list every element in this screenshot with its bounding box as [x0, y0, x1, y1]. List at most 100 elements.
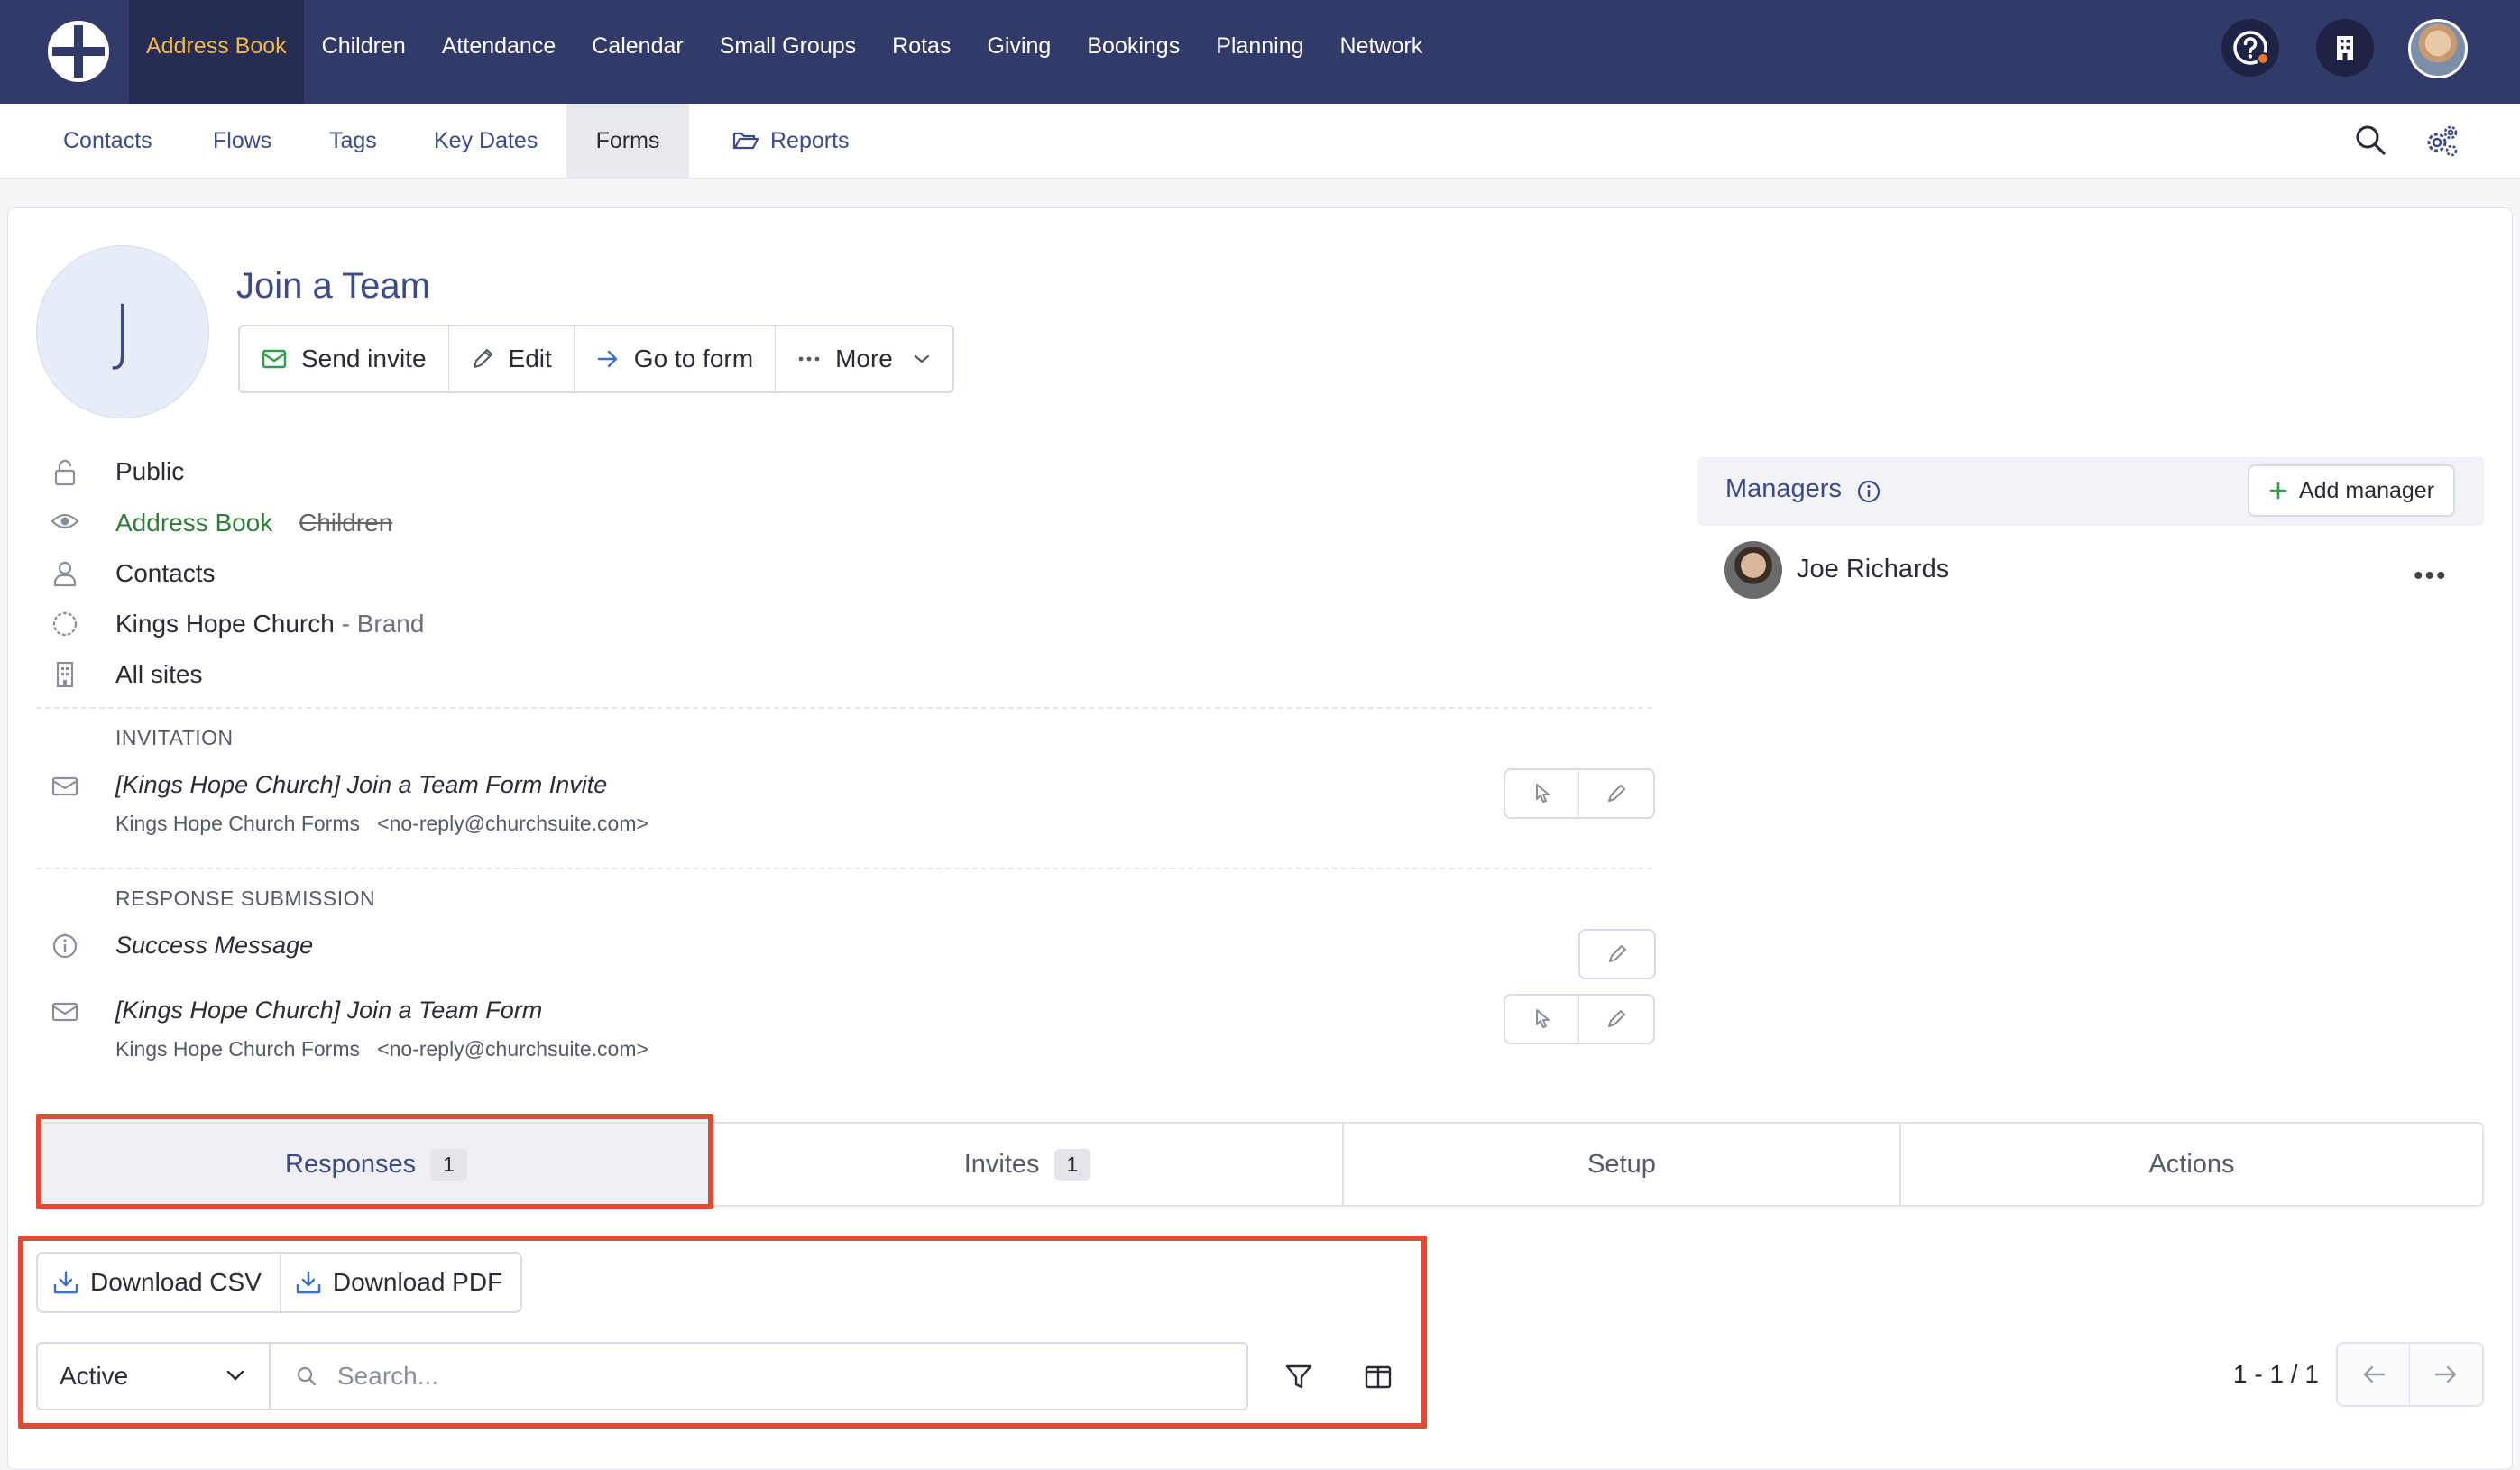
search-box [269, 1342, 1248, 1410]
settings-gears-icon[interactable] [2423, 123, 2460, 159]
nav-calendar[interactable]: Calendar [574, 0, 701, 104]
download-pdf-label: Download PDF [332, 1268, 503, 1296]
go-to-form-label: Go to form [633, 345, 754, 372]
brand-suffix: - Brand [341, 610, 425, 638]
subnav-contacts[interactable]: Contacts [47, 104, 169, 178]
user-avatar[interactable] [2408, 19, 2468, 78]
tab-responses-count: 1 [430, 1148, 467, 1181]
invitation-label: INVITATION [115, 726, 234, 749]
success-message-edit-button[interactable] [1580, 931, 1654, 978]
edit-button[interactable]: Edit [449, 326, 575, 391]
manager-options-icon[interactable]: ••• [2414, 561, 2448, 592]
envelope-icon [51, 1002, 78, 1022]
nav-attendance[interactable]: Attendance [424, 0, 575, 104]
plus-icon [2269, 482, 2287, 500]
search-icon [297, 1366, 317, 1386]
tab-invites[interactable]: Invites 1 [713, 1124, 1344, 1205]
nav-children[interactable]: Children [304, 0, 424, 104]
envelope-icon [51, 776, 78, 796]
submission-sender: Kings Hope Church Forms <no-reply@church… [115, 1037, 648, 1061]
tab-actions[interactable]: Actions [1901, 1124, 2482, 1205]
brand-circle-icon [52, 611, 78, 637]
arrow-right-icon [597, 350, 617, 368]
nav-address-book[interactable]: Address Book [129, 0, 304, 104]
nav-bookings[interactable]: Bookings [1069, 0, 1198, 104]
pencil-icon [473, 348, 492, 369]
form-tabs: Responses 1 Invites 1 Setup Actions [40, 1122, 2484, 1207]
pagination-text: 1 - 1 / 1 [2233, 1360, 2319, 1388]
visibility-text: Public [115, 457, 185, 485]
manager-avatar [1724, 541, 1782, 599]
response-submission-label: RESPONSE SUBMISSION [115, 887, 376, 910]
download-csv-button[interactable]: Download CSV [38, 1254, 281, 1311]
subnav-tags[interactable]: Tags [313, 104, 393, 178]
invitation-buttons [1504, 768, 1655, 819]
status-select[interactable]: Active [36, 1342, 271, 1410]
submission-email-buttons [1504, 994, 1655, 1044]
tab-setup[interactable]: Setup [1344, 1124, 1901, 1205]
download-pdf-button[interactable]: Download PDF [281, 1254, 520, 1311]
help-button[interactable] [2221, 19, 2279, 77]
folder-open-icon [732, 132, 759, 150]
add-manager-button[interactable]: Add manager [2248, 464, 2455, 517]
subnav-reports[interactable]: Reports [716, 104, 866, 178]
search-input[interactable] [337, 1362, 1149, 1391]
invitation-sender: Kings Hope Church Forms <no-reply@church… [115, 812, 648, 836]
nav-giving[interactable]: Giving [969, 0, 1069, 104]
more-dropdown-button[interactable]: More [776, 326, 952, 391]
subnav-reports-label: Reports [770, 128, 850, 153]
columns-icon[interactable] [1364, 1364, 1393, 1391]
submission-sender-email: <no-reply@churchsuite.com> [377, 1037, 648, 1061]
filter-icon[interactable] [1284, 1364, 1313, 1391]
sites-button[interactable] [2316, 19, 2374, 77]
subnav-key-dates[interactable]: Key Dates [418, 104, 554, 178]
nav-network[interactable]: Network [1322, 0, 1441, 104]
brand-text: Kings Hope Church - Brand [115, 610, 424, 639]
invitation-sender-email: <no-reply@churchsuite.com> [377, 812, 648, 835]
edit-label: Edit [508, 345, 552, 372]
invitation-edit-button[interactable] [1579, 770, 1653, 817]
help-icon [2233, 31, 2267, 65]
churchsuite-logo-icon[interactable] [47, 20, 110, 83]
lock-open-icon [54, 459, 76, 486]
envelope-icon [262, 349, 287, 369]
eye-icon [51, 513, 79, 529]
download-csv-label: Download CSV [90, 1268, 262, 1296]
main-nav: Address Book Children Attendance Calenda… [129, 0, 1440, 104]
tab-invites-label: Invites [963, 1149, 1040, 1179]
download-icon [296, 1271, 321, 1294]
go-to-form-button[interactable]: Go to form [575, 326, 777, 391]
search-icon[interactable] [2354, 124, 2387, 156]
next-page-button[interactable] [2410, 1344, 2482, 1405]
pencil-icon [1609, 945, 1626, 962]
subnav-forms[interactable]: Forms [566, 104, 689, 178]
previous-page-button[interactable] [2338, 1344, 2410, 1405]
more-label: More [835, 345, 893, 372]
form-action-buttons: Send invite Edit Go to form More [238, 325, 954, 393]
pointer-icon [1535, 1009, 1550, 1028]
download-icon [53, 1271, 78, 1294]
ellipsis-icon [798, 356, 820, 362]
module-address-book: Address Book [115, 509, 273, 537]
manager-name: Joe Richards [1797, 555, 1950, 583]
download-buttons: Download CSV Download PDF [36, 1252, 523, 1313]
form-avatar: J [36, 245, 209, 418]
notification-dot [2257, 52, 2269, 65]
info-icon[interactable] [1856, 479, 1881, 504]
nav-small-groups[interactable]: Small Groups [702, 0, 874, 104]
tab-responses[interactable]: Responses 1 [41, 1124, 713, 1205]
subnav-flows[interactable]: Flows [197, 104, 288, 178]
tab-actions-label: Actions [2148, 1149, 2235, 1179]
success-message-text: Success Message [115, 932, 314, 959]
send-invite-button[interactable]: Send invite [240, 326, 449, 391]
divider [36, 707, 1652, 709]
submission-edit-button[interactable] [1579, 996, 1653, 1043]
nav-rotas[interactable]: Rotas [874, 0, 969, 104]
page-title: Join a Team [236, 266, 430, 306]
submission-preview-button[interactable] [1505, 996, 1579, 1043]
invitation-preview-button[interactable] [1505, 770, 1579, 817]
chevron-down-icon [914, 354, 929, 363]
nav-planning[interactable]: Planning [1198, 0, 1321, 104]
top-navigation-bar: Address Book Children Attendance Calenda… [0, 0, 2520, 104]
building-sites-icon [56, 661, 74, 688]
